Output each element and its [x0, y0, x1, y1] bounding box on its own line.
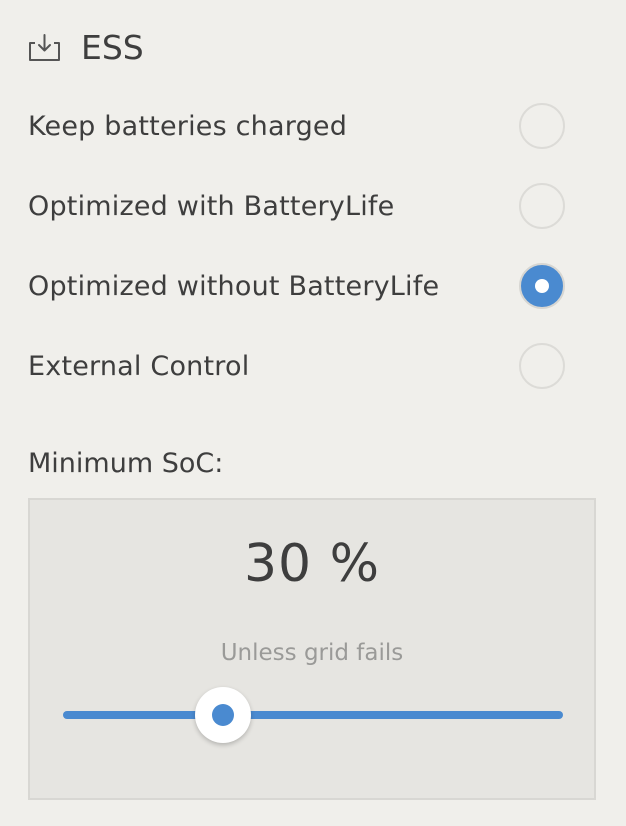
mode-option-without-batterylife[interactable]: Optimized without BatteryLife [28, 246, 568, 326]
page-title: ESS [81, 28, 144, 67]
soc-value: 30 % [243, 534, 381, 594]
soc-note: Unless grid fails [220, 640, 404, 666]
radio-button[interactable] [519, 183, 565, 229]
radio-button[interactable] [519, 343, 565, 389]
mode-option-with-batterylife[interactable]: Optimized with BatteryLife [28, 166, 568, 246]
mode-option-external-control[interactable]: External Control [28, 326, 568, 406]
radio-button[interactable] [519, 103, 565, 149]
download-tray-icon [28, 28, 62, 68]
minimum-soc-slider[interactable] [63, 687, 563, 743]
mode-label: Optimized without BatteryLife [28, 270, 440, 302]
mode-option-keep-charged[interactable]: Keep batteries charged [28, 86, 568, 166]
slider-track[interactable] [63, 711, 563, 719]
radio-button[interactable] [519, 263, 565, 309]
slider-handle[interactable] [195, 687, 251, 743]
ess-mode-list: Keep batteries charged Optimized with Ba… [28, 86, 568, 406]
mode-label: Keep batteries charged [28, 110, 348, 142]
ess-header: ESS [28, 28, 144, 68]
minimum-soc-panel: 30 % Unless grid fails [28, 498, 596, 800]
mode-label: External Control [28, 350, 250, 382]
mode-label: Optimized with BatteryLife [28, 190, 395, 222]
minimum-soc-label: Minimum SoC: [28, 448, 224, 479]
